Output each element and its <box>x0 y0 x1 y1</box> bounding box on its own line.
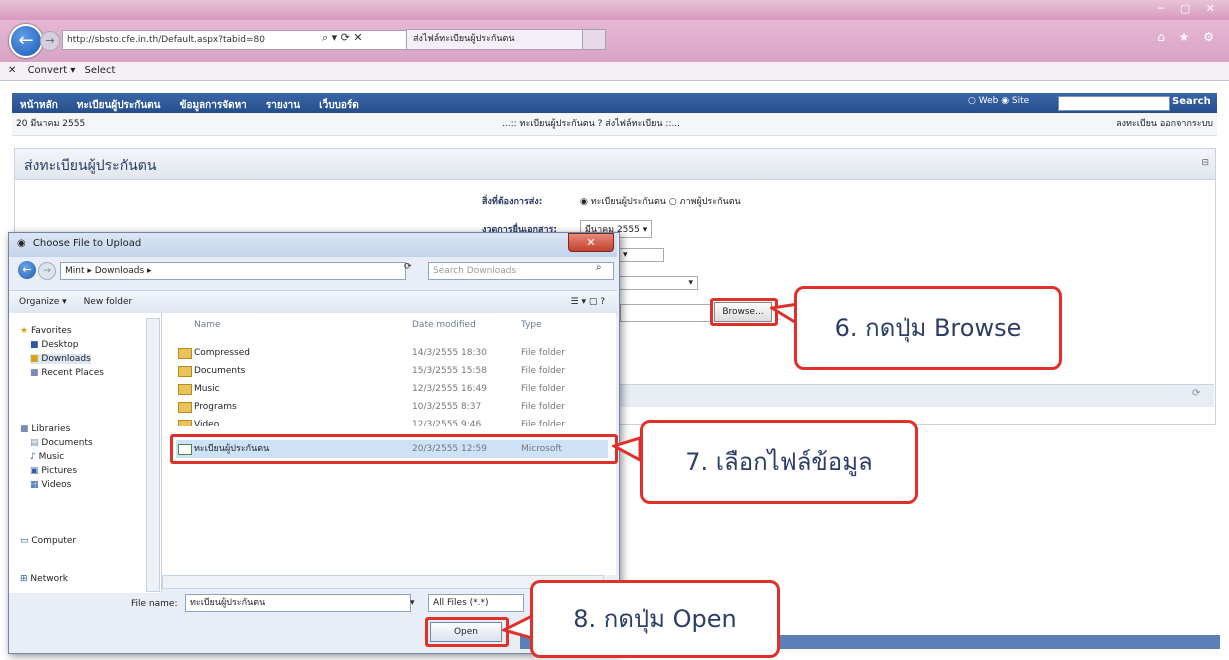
file-name-input[interactable]: ทะเบียนผู้ประกันตน <box>185 594 411 612</box>
current-date: 20 มีนาคม 2555 <box>16 119 86 129</box>
folder-icon <box>178 384 192 395</box>
info-bar: 20 มีนาคม 2555 ...:: ทะเบียนผู้ประกันตน … <box>12 113 1217 136</box>
computer-icon: ▭ <box>20 536 29 546</box>
new-folder-button[interactable]: New folder <box>84 297 133 307</box>
chevron-down-icon[interactable]: ▾ <box>410 598 415 608</box>
nav-report[interactable]: รายงาน <box>266 100 300 111</box>
collapse-icon[interactable]: ⊟ <box>1201 158 1209 168</box>
music-icon: ♪ <box>30 452 36 462</box>
refresh-icon[interactable]: ⟳ <box>1192 388 1200 399</box>
libraries-item[interactable]: ■ Libraries <box>20 424 70 434</box>
recent-item[interactable]: ■ Recent Places <box>30 368 104 378</box>
panel-header <box>14 148 1216 180</box>
open-highlight <box>425 617 509 647</box>
folder-icon <box>178 402 192 413</box>
window-controls[interactable]: ─ ▢ ✕ <box>1158 2 1221 15</box>
site-search-button[interactable]: Search <box>1172 96 1211 107</box>
library-icon: ■ <box>20 424 29 434</box>
user-links[interactable]: ลงทะเบียน ออกจากระบบ <box>1116 113 1213 135</box>
video-icon: ▦ <box>30 480 39 490</box>
desktop-item[interactable]: ■ Desktop <box>30 340 79 350</box>
forward-button[interactable]: → <box>40 31 60 51</box>
send-type-radios[interactable]: ◉ ทะเบียนผู้ประกันตน ○ ภาพผู้ประกันตน <box>580 194 741 208</box>
dialog-search-input[interactable]: Search Downloads <box>428 262 614 280</box>
dialog-back-button[interactable]: ← <box>18 261 36 279</box>
nav-webboard[interactable]: เว็บบอร์ด <box>319 100 359 111</box>
documents-item[interactable]: ▤ Documents <box>30 438 93 448</box>
network-icon: ⊞ <box>20 574 28 584</box>
address-search-icon[interactable]: ⌕ ▾ ⟳ ✕ <box>322 31 363 45</box>
close-x-icon[interactable]: ✕ <box>8 65 16 76</box>
convert-button[interactable]: Convert <box>28 65 68 76</box>
nav-scrollbar[interactable] <box>146 318 160 592</box>
home-star-gear-icons[interactable]: ⌂ ★ ⚙ <box>1157 30 1219 44</box>
file-name-label: File name: <box>131 599 178 609</box>
organize-button[interactable]: Organize ▾ <box>19 297 67 307</box>
folder-icon: ■ <box>30 354 39 364</box>
new-tab-button[interactable] <box>582 29 606 50</box>
dialog-titlebar: ◉ Choose File to Upload <box>9 233 617 257</box>
callout-step6: 6. กดปุ่ม Browse <box>794 286 1062 370</box>
list-item[interactable]: Programs 10/3/2555 8:37 File folder <box>176 398 608 416</box>
column-type[interactable]: Type <box>521 320 542 330</box>
arrow-step7 <box>612 436 642 463</box>
column-name[interactable]: Name <box>194 320 221 330</box>
downloads-item[interactable]: ■ Downloads <box>30 354 91 364</box>
recent-icon: ■ <box>30 368 39 378</box>
nav-procurement[interactable]: ข้อมูลการจัดหา <box>180 100 247 111</box>
file-highlight <box>170 434 618 464</box>
list-item[interactable]: Documents 15/3/2555 15:58 File folder <box>176 362 608 380</box>
browser-titlebar <box>0 0 1229 20</box>
breadcrumb: ...:: ทะเบียนผู้ประกันตน ? ส่งไฟล์ทะเบีย… <box>502 119 681 129</box>
site-search-input[interactable] <box>1058 96 1170 111</box>
computer-item[interactable]: ▭ Computer <box>20 536 76 546</box>
select-button[interactable]: Select <box>85 65 116 76</box>
dialog-title: Choose File to Upload <box>32 238 142 249</box>
dialog-path-bar[interactable]: Mint ▸ Downloads ▸ <box>60 262 406 280</box>
page-title: ส่งทะเบียนผู้ประกันตน <box>24 158 157 174</box>
column-date[interactable]: Date modified <box>412 320 476 330</box>
list-item[interactable]: Video 12/3/2555 9:46 File folder <box>176 416 608 426</box>
music-item[interactable]: ♪ Music <box>30 452 64 462</box>
search-icon[interactable]: ⌕ <box>596 262 602 273</box>
list-item[interactable]: Music 12/3/2555 16:49 File folder <box>176 380 608 398</box>
refresh-icon[interactable]: ⟳ <box>404 262 412 272</box>
favorites-item[interactable]: ★ Favorites <box>20 326 72 336</box>
browser-tab[interactable]: ส่งไฟล์ทะเบียนผู้ประกันตน <box>406 29 584 50</box>
folder-icon <box>178 348 192 359</box>
back-button[interactable]: ← <box>9 24 43 58</box>
pictures-item[interactable]: ▣ Pictures <box>30 466 77 476</box>
callout-step7: 7. เลือกไฟล์ข้อมูล <box>640 420 918 504</box>
videos-item[interactable]: ▦ Videos <box>30 480 71 490</box>
view-help-icons[interactable]: ☰ ▾ ▢ ? <box>571 291 605 313</box>
network-item[interactable]: ⊞ Network <box>20 574 68 584</box>
dialog-command-bar: Organize ▾ New folder ☰ ▾ ▢ ? <box>9 290 617 314</box>
nav-home[interactable]: หน้าหลัก <box>20 100 58 111</box>
callout-step8: 8. กดปุ่ม Open <box>530 580 780 658</box>
folder-icon <box>178 366 192 377</box>
document-icon: ▤ <box>30 438 39 448</box>
file-path-input[interactable] <box>620 304 712 322</box>
desktop-icon: ■ <box>30 340 39 350</box>
year-select[interactable]: ▾ <box>618 248 664 262</box>
file-type-select[interactable]: All Files (*.*) <box>428 594 524 612</box>
chevron-down-icon[interactable]: ▾ <box>70 65 75 76</box>
type-select[interactable]: ▾ <box>618 276 698 290</box>
site-nav: หน้าหลัก ทะเบียนผู้ประกันตน ข้อมูลการจัด… <box>12 93 1217 113</box>
search-scope-radios[interactable]: ○ Web ◉ Site <box>968 96 1029 106</box>
browse-highlight <box>710 298 778 326</box>
command-bar: ✕ Convert ▾ Select <box>0 62 1229 81</box>
dialog-forward-button[interactable]: → <box>38 262 56 280</box>
list-item[interactable]: Compressed 14/3/2555 18:30 File folder <box>176 344 608 362</box>
send-type-label: สิ่งที่ต้องการส่ง: <box>482 197 543 207</box>
picture-icon: ▣ <box>30 466 39 476</box>
star-icon: ★ <box>20 326 29 336</box>
dialog-close-button[interactable]: ✕ <box>568 233 614 252</box>
nav-insured[interactable]: ทะเบียนผู้ประกันตน <box>77 100 161 111</box>
dialog-icon: ◉ <box>17 238 26 249</box>
folder-icon <box>178 420 192 426</box>
